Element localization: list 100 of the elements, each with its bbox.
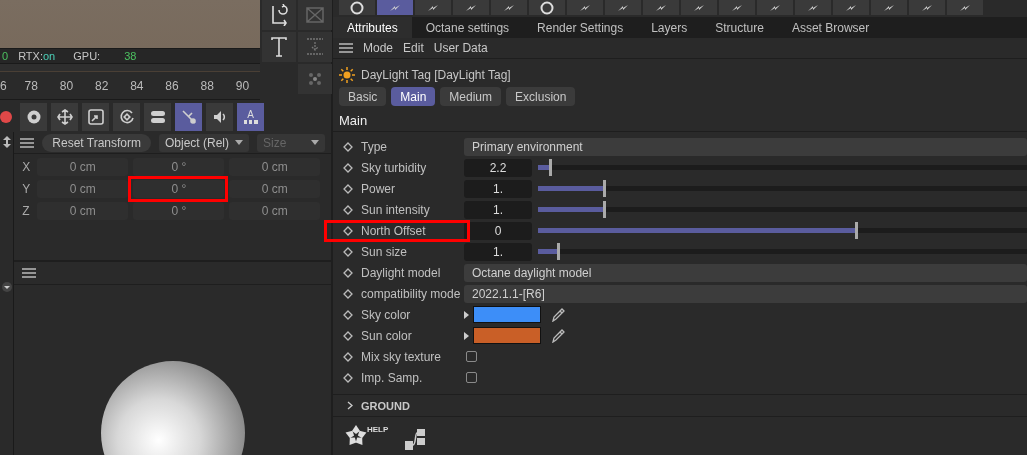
- number-field[interactable]: 1.: [464, 242, 532, 261]
- rotation-field[interactable]: 0 °: [133, 202, 225, 220]
- axis-label: Y: [22, 182, 32, 196]
- switch-icon: [149, 110, 166, 125]
- param-label: Sky turbidity: [361, 160, 427, 175]
- slider-handle[interactable]: [854, 222, 858, 240]
- frame-number: 82: [93, 78, 110, 93]
- render-tool-button[interactable]: [529, 0, 565, 16]
- slider-handle[interactable]: [603, 180, 606, 198]
- panel-tab[interactable]: Render Settings: [523, 17, 638, 38]
- keyframe-diamond-icon: [343, 330, 353, 341]
- position-field[interactable]: 0 cm: [37, 202, 129, 220]
- sound-tool-button[interactable]: [206, 103, 233, 132]
- param-label: Sun intensity: [361, 202, 430, 217]
- keyframe-diamond-icon: [343, 372, 353, 383]
- dropdown-circle-icon: [1, 282, 12, 292]
- rotation-field[interactable]: 0 °: [133, 158, 225, 176]
- slider-handle[interactable]: [556, 243, 560, 261]
- bone-icon: [180, 109, 197, 126]
- number-field[interactable]: 0: [464, 221, 532, 240]
- keyframe-diamond-icon: [343, 225, 353, 236]
- menu-icon: [339, 42, 353, 53]
- keyframe-diamond-icon: [343, 204, 353, 215]
- checkbox[interactable]: [466, 372, 477, 384]
- frame-number: 78: [23, 78, 39, 93]
- number-field[interactable]: 2.2: [464, 158, 532, 177]
- help-button[interactable]: HELP: [345, 425, 389, 447]
- slider-handle[interactable]: [603, 201, 606, 219]
- number-field[interactable]: 1.: [464, 179, 532, 198]
- panel-tab[interactable]: Layers: [637, 17, 702, 38]
- param-label: Sky color: [361, 307, 411, 322]
- section-tab[interactable]: Main: [391, 87, 436, 107]
- scale-icon: [87, 109, 104, 126]
- section-tab[interactable]: Basic: [339, 87, 387, 107]
- param-label: Imp. Samp.: [361, 370, 423, 385]
- color-swatch[interactable]: [473, 327, 541, 345]
- node-graph-icon: [404, 429, 427, 451]
- param-label: Sun color: [361, 328, 412, 343]
- section-heading: Main: [338, 112, 369, 131]
- ik-tool-button[interactable]: [175, 103, 202, 132]
- dropdown-field[interactable]: Octane daylight model: [464, 263, 1027, 282]
- param-label: Mix sky texture: [361, 349, 441, 364]
- text-tool-button[interactable]: [262, 32, 296, 62]
- axis-rotate-icon: [270, 4, 288, 26]
- rotate-tool-button[interactable]: [113, 103, 140, 132]
- keyframe-diamond-icon: [343, 351, 353, 362]
- sun-icon: [339, 67, 355, 84]
- axis-tool-button[interactable]: [262, 0, 296, 30]
- menu-icon: [20, 137, 35, 148]
- keyframe-diamond-icon: [343, 183, 353, 194]
- render-tool-button[interactable]: [377, 0, 413, 16]
- ground-group-header[interactable]: GROUND: [333, 394, 1027, 417]
- render-tool-button[interactable]: [339, 0, 375, 16]
- keyframe-diamond-icon: [343, 288, 353, 299]
- frame-number: 90: [234, 78, 251, 93]
- menu-item[interactable]: Edit: [403, 40, 424, 55]
- param-label: North Offset: [361, 223, 426, 238]
- object-title: DayLight Tag [DayLight Tag]: [361, 68, 511, 83]
- scale-tool-button[interactable]: [82, 103, 109, 132]
- axis-label: X: [22, 160, 32, 174]
- number-field[interactable]: 1.: [464, 200, 532, 219]
- fps-value: 0: [2, 49, 9, 62]
- autokey-button[interactable]: A: [237, 103, 264, 132]
- axis-label: Z: [22, 204, 31, 218]
- gpu-value: 38: [124, 49, 137, 62]
- bars-icon: [243, 120, 258, 125]
- toggle-tool-button[interactable]: [144, 103, 171, 132]
- gear-tool-button[interactable]: [20, 103, 47, 132]
- move-icon: [56, 109, 73, 126]
- frame-number: 86: [164, 78, 180, 93]
- panel-tab[interactable]: Asset Browser: [777, 17, 884, 38]
- dropdown-field[interactable]: Primary environment: [464, 137, 1027, 156]
- section-tab[interactable]: Medium: [440, 87, 502, 107]
- panel-tab[interactable]: Octane settings: [411, 17, 524, 38]
- reset-transform-button[interactable]: Reset Transform: [42, 133, 151, 152]
- color-swatch[interactable]: [473, 306, 541, 324]
- keyframe-diamond-icon: [343, 246, 353, 257]
- slider-handle[interactable]: [549, 159, 553, 177]
- coordinate-mode-dropdown[interactable]: Object (Rel): [159, 133, 249, 152]
- eyedropper-icon: [551, 307, 565, 322]
- scale-field[interactable]: 0 cm: [229, 202, 321, 220]
- dropdown-caret-icon: [235, 140, 243, 145]
- rotate-icon: [118, 109, 135, 126]
- scale-field[interactable]: 0 cm: [229, 180, 321, 198]
- section-tab[interactable]: Exclusion: [506, 87, 576, 107]
- dots-tool-button[interactable]: [298, 64, 332, 94]
- param-label: Daylight model: [361, 265, 441, 280]
- menu-item[interactable]: Mode: [363, 40, 394, 55]
- scale-field[interactable]: 0 cm: [229, 158, 321, 176]
- position-field[interactable]: 0 cm: [37, 158, 129, 176]
- dropdown-field[interactable]: 2022.1.1-[R6]: [464, 284, 1027, 303]
- menu-item[interactable]: User Data: [433, 40, 488, 55]
- position-field[interactable]: 0 cm: [37, 180, 129, 198]
- panel-tab[interactable]: Structure: [701, 17, 778, 38]
- param-label: Power: [361, 181, 395, 196]
- move-tool-button[interactable]: [51, 103, 78, 132]
- frame-number: 84: [129, 78, 145, 93]
- panel-tab[interactable]: Attributes: [333, 17, 412, 38]
- frame-number: 6: [0, 78, 8, 93]
- checkbox[interactable]: [466, 351, 477, 363]
